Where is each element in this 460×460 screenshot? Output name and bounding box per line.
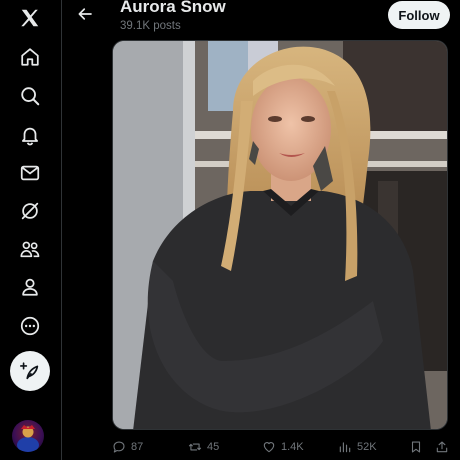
nav-communities[interactable] <box>10 232 50 266</box>
share-button[interactable] <box>435 436 449 458</box>
bookmark-button[interactable] <box>409 436 423 458</box>
feather-plus-icon <box>20 362 39 380</box>
nav-notifications[interactable] <box>10 118 50 152</box>
search-icon <box>21 87 40 106</box>
grok-icon <box>21 202 39 220</box>
nav-home[interactable] <box>10 40 50 74</box>
account-avatar[interactable] <box>12 420 44 452</box>
like-button[interactable]: 1.4K <box>262 436 304 458</box>
nav-grok[interactable] <box>10 194 50 228</box>
compose-post-button[interactable] <box>10 351 50 391</box>
views-button[interactable]: 52K <box>338 436 377 458</box>
follow-button[interactable]: Follow <box>388 1 450 29</box>
post-count: 39.1K posts <box>120 20 181 32</box>
nav-more[interactable] <box>10 309 50 343</box>
view-count: 52K <box>357 441 377 453</box>
repost-button[interactable]: 45 <box>188 436 219 458</box>
views-chart-icon <box>339 442 351 453</box>
reply-button[interactable]: 87 <box>112 436 143 458</box>
back-button[interactable] <box>73 2 97 26</box>
reply-count: 87 <box>131 441 144 453</box>
profile-name: Aurora Snow <box>120 0 226 16</box>
people-icon <box>20 241 40 258</box>
repost-icon <box>188 443 202 451</box>
repost-count: 45 <box>207 441 220 453</box>
reply-icon <box>113 441 125 453</box>
post-photo[interactable] <box>112 40 448 430</box>
x-logo-icon[interactable] <box>10 1 50 35</box>
home-icon <box>21 48 39 66</box>
nav-messages[interactable] <box>10 156 50 190</box>
app-window: Aurora Snow 39.1K posts Follow 87 45 1.4… <box>0 0 460 460</box>
like-count: 1.4K <box>281 441 304 453</box>
nav-profile[interactable] <box>10 270 50 304</box>
share-icon <box>436 441 448 453</box>
nav-explore[interactable] <box>10 79 50 113</box>
post-actions-bar: 87 45 1.4K 52K <box>112 436 452 458</box>
person-icon <box>22 278 38 296</box>
bell-icon <box>21 127 39 146</box>
profile-header: Aurora Snow 39.1K posts Follow <box>63 0 460 40</box>
sidebar-nav <box>0 0 62 460</box>
more-circle-icon <box>20 316 40 336</box>
bookmark-icon <box>411 441 421 453</box>
envelope-icon <box>20 165 40 181</box>
photo-image <box>113 41 447 429</box>
arrow-left-icon <box>78 8 92 20</box>
heart-icon <box>263 442 275 453</box>
